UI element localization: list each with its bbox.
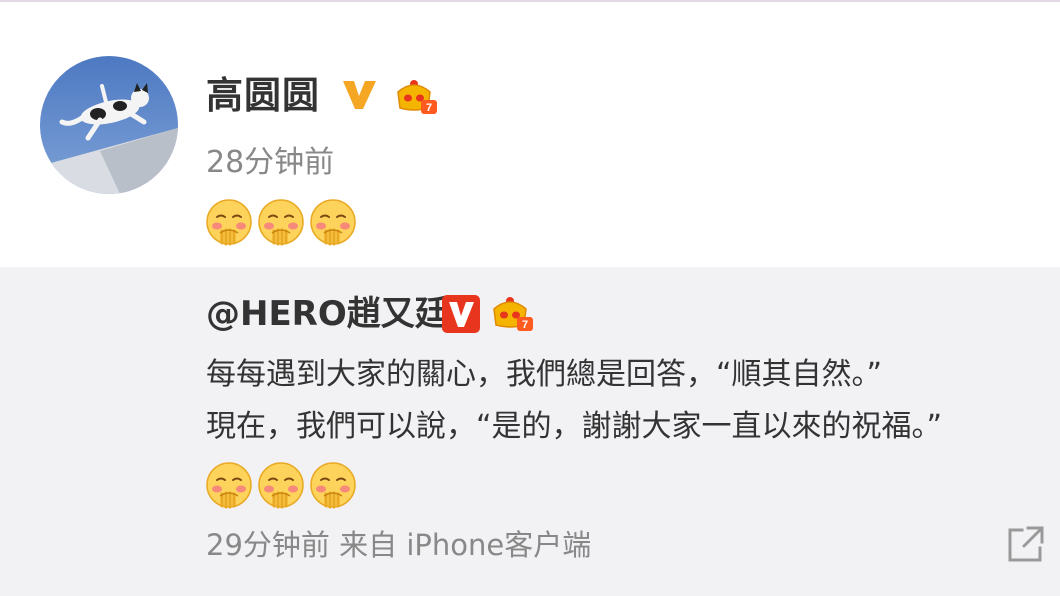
repost-meta: 29分钟前 来自 iPhone客户端 — [206, 526, 591, 564]
repost-emoji-row — [204, 460, 360, 510]
top-divider — [0, 0, 1060, 2]
verified-v-icon — [343, 81, 376, 109]
shy-emoji-icon — [258, 199, 304, 246]
vip-crown-icon[interactable]: 7 — [394, 74, 438, 116]
shy-emoji-icon — [206, 199, 252, 246]
avatar-image — [40, 56, 178, 194]
source-client-link[interactable]: iPhone客户端 — [406, 528, 591, 562]
svg-text:7: 7 — [522, 319, 528, 331]
post-timestamp[interactable]: 28分钟前 — [206, 144, 334, 182]
shy-emoji-icon — [258, 462, 304, 509]
verified-v-red-icon — [442, 295, 480, 333]
repost-text-line: 每每遇到大家的關心，我們總是回答，“順其自然。” — [206, 357, 883, 392]
repost-text-line: 現在，我們可以說，“是的，謝謝大家一直以來的祝福。” — [206, 409, 943, 444]
share-external-icon[interactable] — [1004, 522, 1048, 566]
svg-text:7: 7 — [426, 102, 432, 114]
shy-emoji-icon — [310, 199, 356, 246]
shy-emoji-icon — [206, 462, 252, 509]
post-emoji-row — [204, 197, 360, 247]
repost-timestamp[interactable]: 29分钟前 — [206, 528, 330, 562]
repost-author-name[interactable]: @HERO趙又廷 — [206, 292, 449, 336]
post-author-name[interactable]: 高圆圆 — [206, 74, 320, 118]
vip-crown-icon[interactable]: 7 — [490, 291, 534, 333]
shy-emoji-icon — [310, 462, 356, 509]
source-prefix: 来自 — [339, 528, 398, 562]
author-avatar[interactable] — [40, 56, 178, 194]
